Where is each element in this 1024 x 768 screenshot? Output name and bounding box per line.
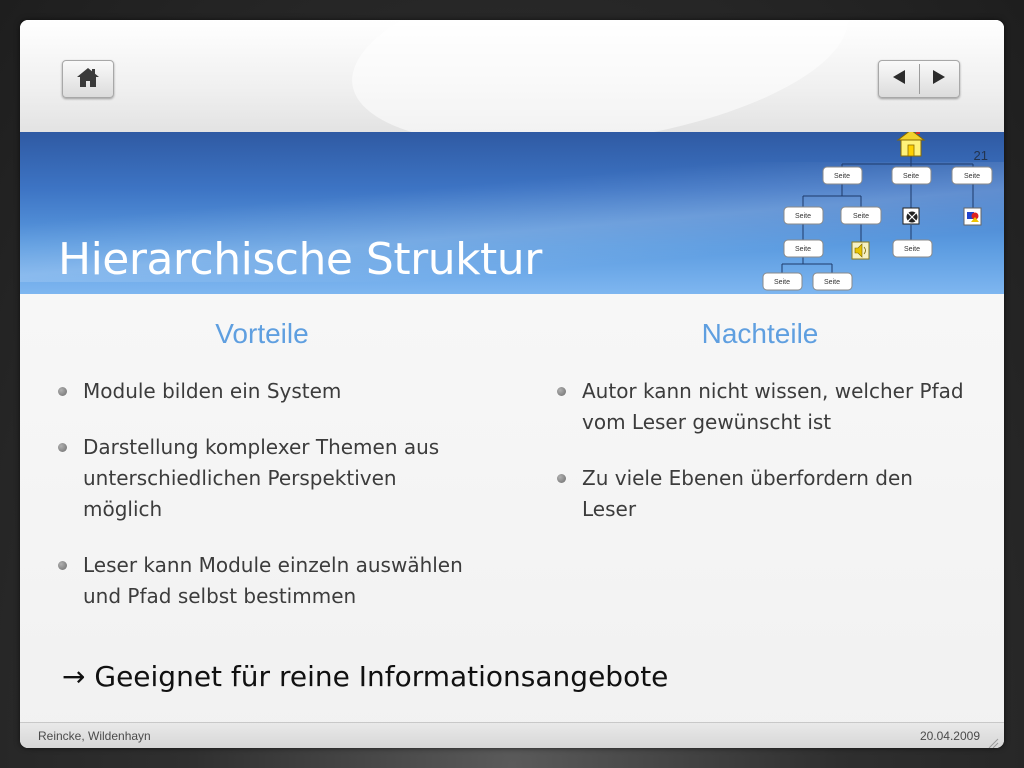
arrow-right-icon: →	[62, 660, 86, 693]
conclusion-text: Geeignet für reine Informationsangebote	[94, 660, 669, 693]
footer-authors: Reincke, Wildenhayn	[38, 729, 151, 743]
film-reel-icon	[902, 207, 920, 225]
advantages-heading: Vorteile	[215, 318, 309, 349]
shapes-icon	[963, 207, 982, 226]
diagram-node: Seite	[812, 272, 853, 291]
diagram-node: Seite	[783, 206, 824, 225]
slide-topbar	[20, 20, 1004, 174]
speaker-icon	[851, 241, 870, 260]
slide: Hierarchische Struktur 21 Seite Seite Se…	[20, 20, 1004, 748]
svg-text:Seite: Seite	[853, 213, 869, 220]
svg-text:Seite: Seite	[824, 279, 840, 286]
svg-text:Seite: Seite	[903, 173, 919, 180]
home-icon	[76, 66, 100, 92]
bullet-icon	[557, 387, 566, 396]
bullet-icon	[557, 474, 566, 483]
list-item-text: Zu viele Ebenen überfordern den Leser	[582, 466, 913, 521]
list-item-text: Darstellung komplexer Themen aus untersc…	[83, 435, 440, 521]
conclusion: → Geeignet für reine Informationsangebot…	[62, 660, 668, 693]
svg-text:Seite: Seite	[834, 173, 850, 180]
title-band: Hierarchische Struktur 21 Seite Seite Se…	[20, 129, 1004, 294]
svg-text:Seite: Seite	[964, 173, 980, 180]
triangle-left-icon	[890, 68, 908, 90]
diagram-node: Seite	[951, 166, 993, 185]
disadvantages-list: Autor kann nicht wissen, welcher Pfad vo…	[557, 376, 967, 550]
diagram-node: Seite	[891, 166, 932, 185]
advantages-list: Module bilden ein System Darstellung kom…	[58, 376, 468, 637]
home-button[interactable]	[62, 60, 114, 98]
diagram-node: Seite	[762, 272, 803, 291]
list-item: Autor kann nicht wissen, welcher Pfad vo…	[557, 376, 967, 438]
svg-text:Seite: Seite	[795, 213, 811, 220]
list-item-text: Leser kann Module einzeln auswählen und …	[83, 553, 463, 608]
footer-date: 20.04.2009	[919, 729, 980, 743]
bullet-icon	[58, 561, 67, 570]
svg-text:Seite: Seite	[904, 246, 920, 253]
resize-grip-icon[interactable]	[987, 734, 999, 748]
list-item: Darstellung komplexer Themen aus untersc…	[58, 432, 468, 525]
hierarchy-diagram: Seite Seite Seite Seite Seite Seite Seit…	[20, 129, 1004, 294]
diagram-node: Seite	[783, 239, 824, 258]
svg-text:Seite: Seite	[774, 279, 790, 286]
bullet-icon	[58, 443, 67, 452]
previous-slide-button[interactable]	[879, 61, 919, 97]
list-item: Module bilden ein System	[58, 376, 468, 407]
disadvantages-heading: Nachteile	[701, 318, 819, 349]
list-item: Zu viele Ebenen überfordern den Leser	[557, 463, 967, 525]
diagram-node: Seite	[892, 239, 933, 258]
house-icon	[896, 129, 926, 157]
list-item: Leser kann Module einzeln auswählen und …	[58, 550, 468, 612]
svg-text:Seite: Seite	[795, 246, 811, 253]
slide-navigation	[878, 60, 960, 98]
list-item-text: Autor kann nicht wissen, welcher Pfad vo…	[582, 379, 964, 434]
list-item-text: Module bilden ein System	[83, 379, 342, 403]
triangle-right-icon	[930, 68, 948, 90]
next-slide-button[interactable]	[919, 61, 959, 97]
bullet-icon	[58, 387, 67, 396]
slide-footer: Reincke, Wildenhayn 20.04.2009	[20, 722, 1004, 748]
diagram-node: Seite	[840, 206, 882, 225]
diagram-node: Seite	[822, 166, 863, 185]
